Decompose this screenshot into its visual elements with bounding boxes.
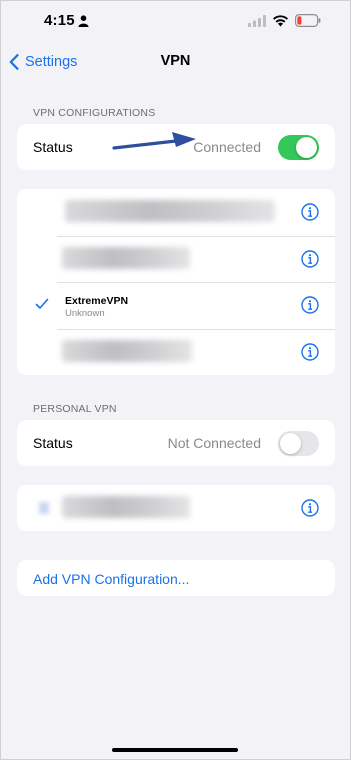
vpn-config-row-extremevpn[interactable]: ExtremeVPN Unknown xyxy=(17,282,335,329)
info-icon[interactable] xyxy=(301,249,319,268)
personal-vpn-status-value: Not Connected xyxy=(167,435,261,451)
vpn-status-toggle[interactable] xyxy=(278,134,319,160)
redacted-vpn-name xyxy=(65,200,275,222)
annotation-arrow-icon xyxy=(112,132,196,150)
vpn-config-row-1[interactable] xyxy=(17,189,335,236)
vpn-configurations-header: VPN CONFIGURATIONS xyxy=(33,107,156,119)
home-indicator[interactable] xyxy=(112,748,238,752)
redacted-vpn-name xyxy=(62,339,192,362)
info-icon[interactable] xyxy=(301,203,319,221)
person-icon xyxy=(78,15,89,27)
personal-vpn-status-label: Status xyxy=(33,435,73,451)
add-vpn-configuration-button[interactable]: Add VPN Configuration... xyxy=(33,571,189,587)
checkmark-icon xyxy=(35,298,49,309)
vpn-config-subtitle: Unknown xyxy=(65,308,105,319)
status-bar: 4:15 xyxy=(0,0,351,44)
personal-vpn-header: PERSONAL VPN xyxy=(33,403,117,415)
page-title: VPN xyxy=(160,53,191,69)
add-vpn-card: Add VPN Configuration... xyxy=(17,560,335,596)
personal-vpn-row-1[interactable] xyxy=(17,485,335,531)
info-icon[interactable] xyxy=(301,342,319,361)
redacted-vpn-name xyxy=(62,496,190,518)
vpn-config-name: ExtremeVPN xyxy=(65,295,129,307)
vpn-config-row-2[interactable] xyxy=(17,235,335,283)
info-icon[interactable] xyxy=(301,296,319,314)
personal-vpn-toggle[interactable] xyxy=(278,430,319,456)
personal-vpn-list xyxy=(17,485,335,531)
toggle-knob xyxy=(280,432,301,454)
personal-vpn-status-row: Status Not Connected xyxy=(17,420,335,466)
cellular-signal-icon xyxy=(248,15,266,27)
vpn-status-value: Connected xyxy=(193,139,261,155)
info-icon[interactable] xyxy=(301,499,319,517)
redacted-vpn-icon xyxy=(39,502,49,514)
redacted-vpn-name xyxy=(62,246,190,269)
vpn-configurations-list: ExtremeVPN Unknown xyxy=(17,189,335,375)
battery-low-icon xyxy=(295,14,321,27)
status-time: 4:15 xyxy=(44,12,75,29)
toggle-knob xyxy=(296,136,317,158)
wifi-icon xyxy=(273,15,288,27)
vpn-config-row-4[interactable] xyxy=(17,328,335,376)
personal-vpn-status-card: Status Not Connected xyxy=(17,420,335,466)
vpn-status-label: Status xyxy=(33,139,73,155)
